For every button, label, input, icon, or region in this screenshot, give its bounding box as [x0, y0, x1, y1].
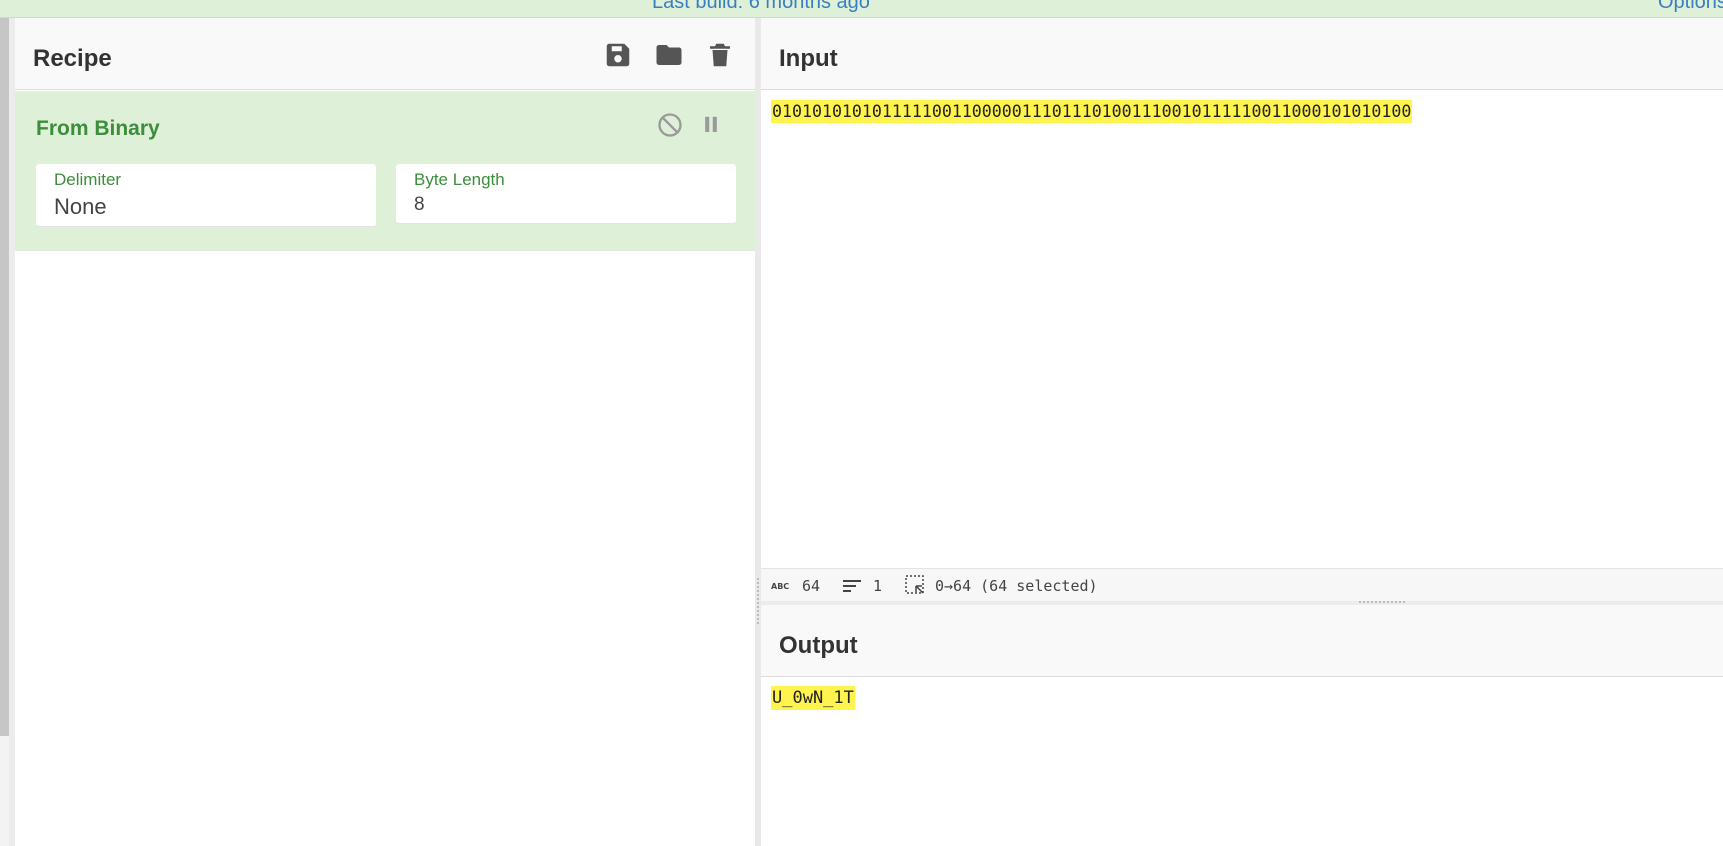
recipe-title: Recipe [33, 45, 112, 72]
byte-length-label: Byte Length [414, 170, 505, 189]
trash-icon[interactable] [705, 40, 735, 70]
options-link[interactable]: Options [1658, 0, 1723, 14]
byte-length-value[interactable]: 8 [414, 194, 425, 216]
input-title: Input [779, 45, 838, 72]
output-text[interactable]: U_0wN_1T [771, 686, 855, 710]
input-header: Input [761, 18, 1723, 90]
input-textarea[interactable]: 0101010101011111001100000111011101001110… [771, 100, 1413, 123]
svg-text:ABC: ABC [771, 582, 789, 591]
save-icon[interactable] [603, 40, 633, 70]
output-panel: Output U_0wN_1T [761, 605, 1723, 846]
recipe-panel: Recipe From Binary Delimiter None Byte L… [15, 18, 755, 846]
input-length: 64 [802, 577, 821, 595]
pause-icon[interactable] [697, 111, 725, 139]
operations-panel-edge [0, 736, 9, 846]
selection-icon [905, 575, 925, 599]
delimiter-field[interactable]: Delimiter None [36, 164, 376, 227]
operation-title: From Binary [36, 117, 160, 140]
output-title: Output [779, 632, 858, 659]
io-resize-grip[interactable] [1359, 601, 1405, 604]
delimiter-label: Delimiter [54, 170, 122, 189]
operation-from-binary[interactable]: From Binary Delimiter None Byte Length 8 [15, 91, 755, 251]
resize-grip[interactable] [757, 578, 759, 624]
disable-icon[interactable] [656, 111, 684, 139]
input-status-bar: ABC 64 1 0→64 (64 selected) [761, 568, 1723, 603]
operations-scrollbar[interactable] [0, 18, 9, 736]
top-banner: Last build: 6 months ago Options [0, 0, 1723, 18]
lines-icon [843, 578, 863, 598]
input-selection: 0→64 (64 selected) [935, 577, 1098, 595]
last-build-link[interactable]: Last build: 6 months ago [652, 0, 870, 14]
output-header: Output [761, 605, 1723, 677]
input-panel: Input 0101010101011111001100000111011101… [761, 18, 1723, 603]
folder-icon[interactable] [654, 40, 684, 70]
byte-length-field[interactable]: Byte Length 8 [396, 164, 736, 224]
recipe-header: Recipe [15, 18, 755, 90]
delimiter-value[interactable]: None [54, 194, 107, 220]
input-lines: 1 [873, 577, 883, 595]
abc-icon: ABC [771, 578, 791, 596]
